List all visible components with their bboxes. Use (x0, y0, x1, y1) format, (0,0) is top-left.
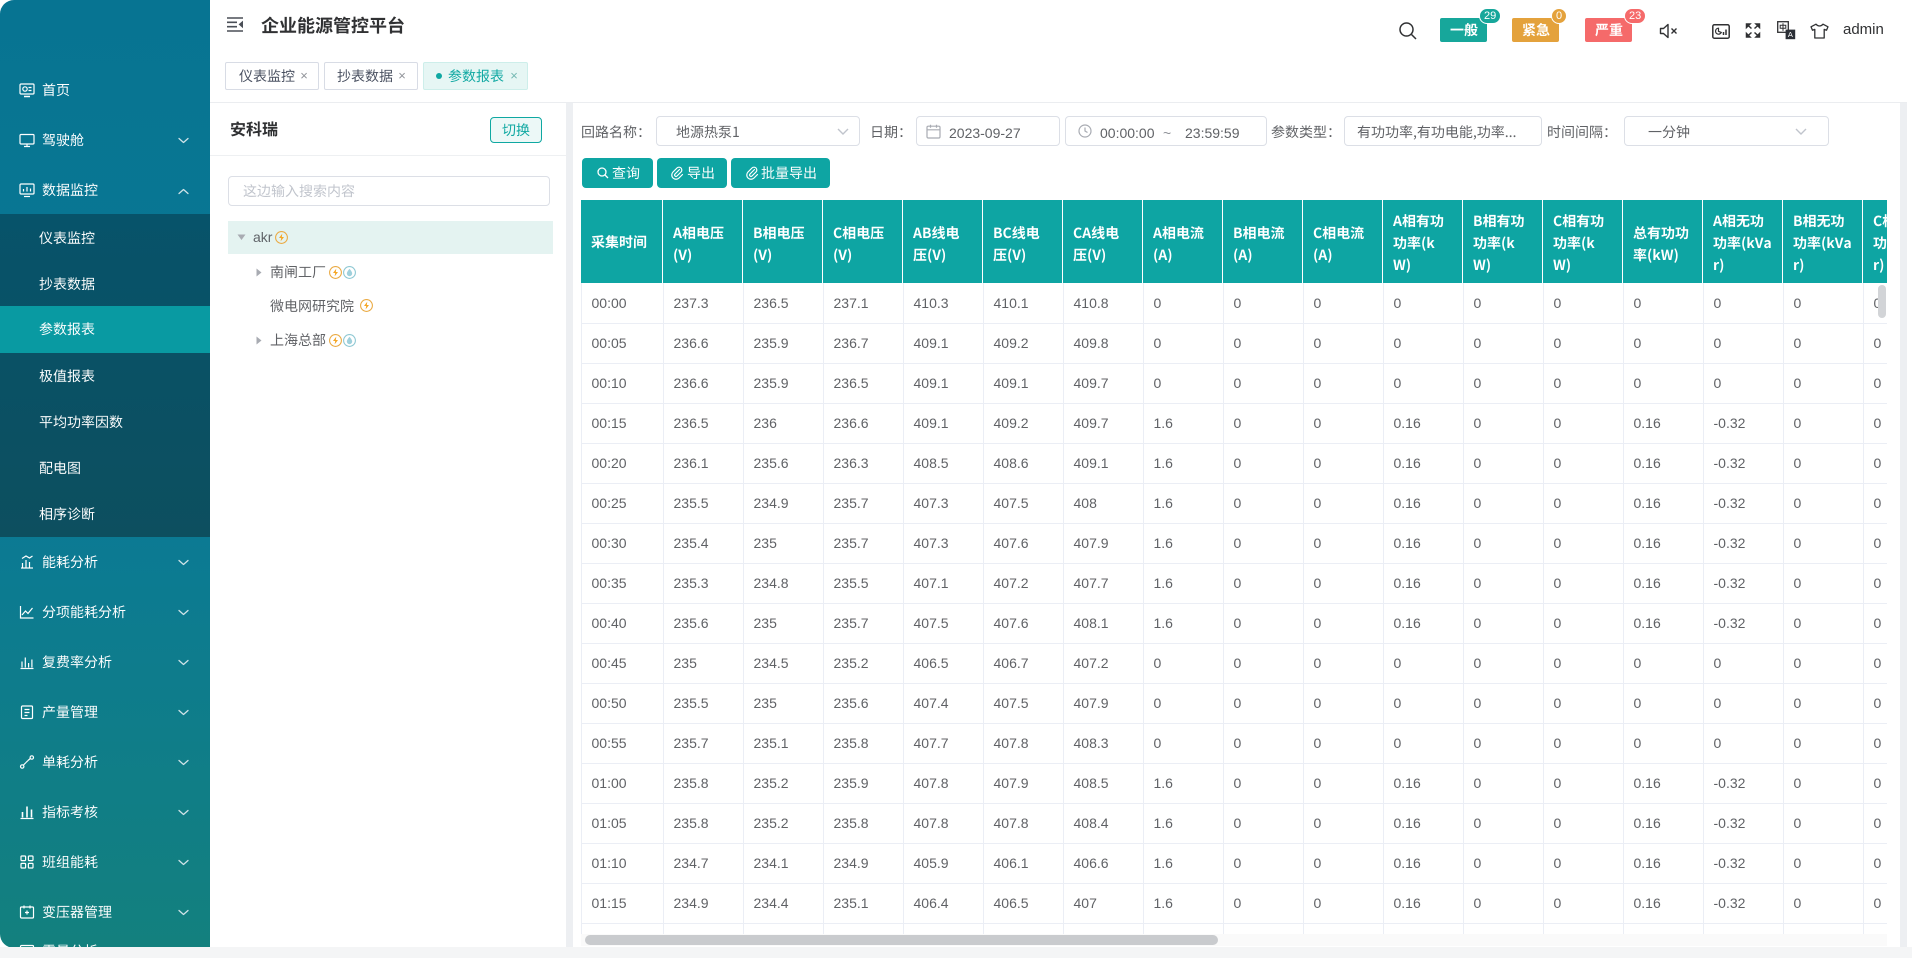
svg-text:A: A (1788, 30, 1793, 39)
